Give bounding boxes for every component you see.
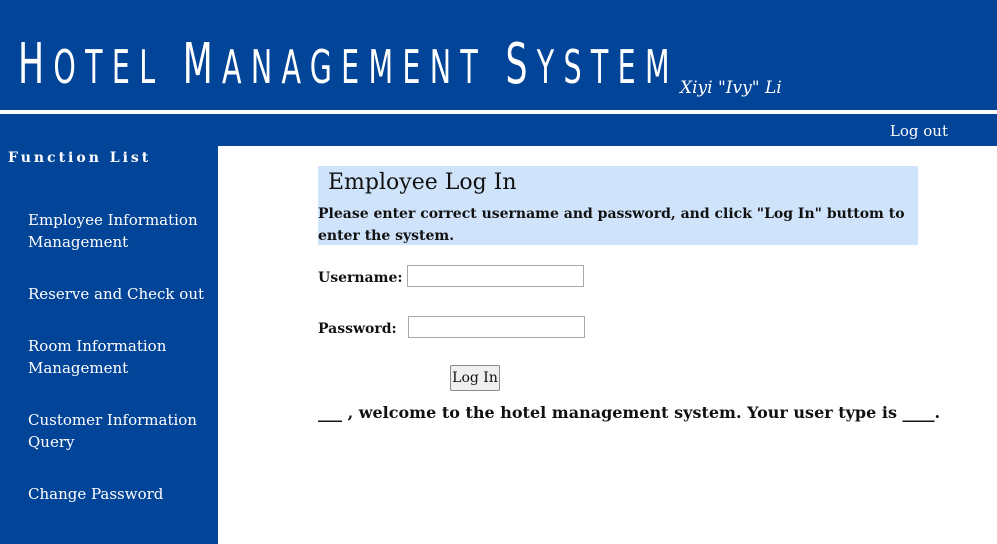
login-title: Employee Log In (328, 170, 517, 195)
top-bar: Log out (0, 114, 997, 146)
author-name: Xiyi "Ivy" Li (680, 78, 782, 98)
sidebar-title: Function List (8, 150, 152, 166)
app-title: HOTEL MANAGEMENT SYSTEM (18, 32, 679, 97)
sidebar-item-customer-information-query[interactable]: Customer Information Query (28, 409, 208, 453)
logout-link[interactable]: Log out (890, 122, 948, 140)
username-label: Username: (318, 270, 403, 286)
login-button[interactable]: Log In (450, 365, 500, 391)
login-instructions: Please enter correct username and passwo… (318, 206, 905, 244)
password-input[interactable] (408, 316, 585, 338)
username-input[interactable] (407, 265, 584, 287)
sidebar-item-change-password[interactable]: Change Password (28, 483, 208, 505)
login-header-panel: Employee Log In Please enter correct use… (318, 166, 918, 245)
header: HOTEL MANAGEMENT SYSTEM Xiyi "Ivy" Li (0, 0, 997, 110)
sidebar-item-reserve-and-check-out[interactable]: Reserve and Check out (28, 283, 208, 305)
sidebar-item-room-information-management[interactable]: Room Information Management (28, 335, 208, 379)
password-label: Password: (318, 321, 397, 337)
sidebar: Function List Employee Information Manag… (0, 146, 218, 544)
sidebar-item-employee-information-management[interactable]: Employee Information Management (28, 209, 208, 253)
welcome-message: ___ , welcome to the hotel management sy… (318, 403, 941, 422)
main-content: Employee Log In Please enter correct use… (218, 146, 997, 544)
